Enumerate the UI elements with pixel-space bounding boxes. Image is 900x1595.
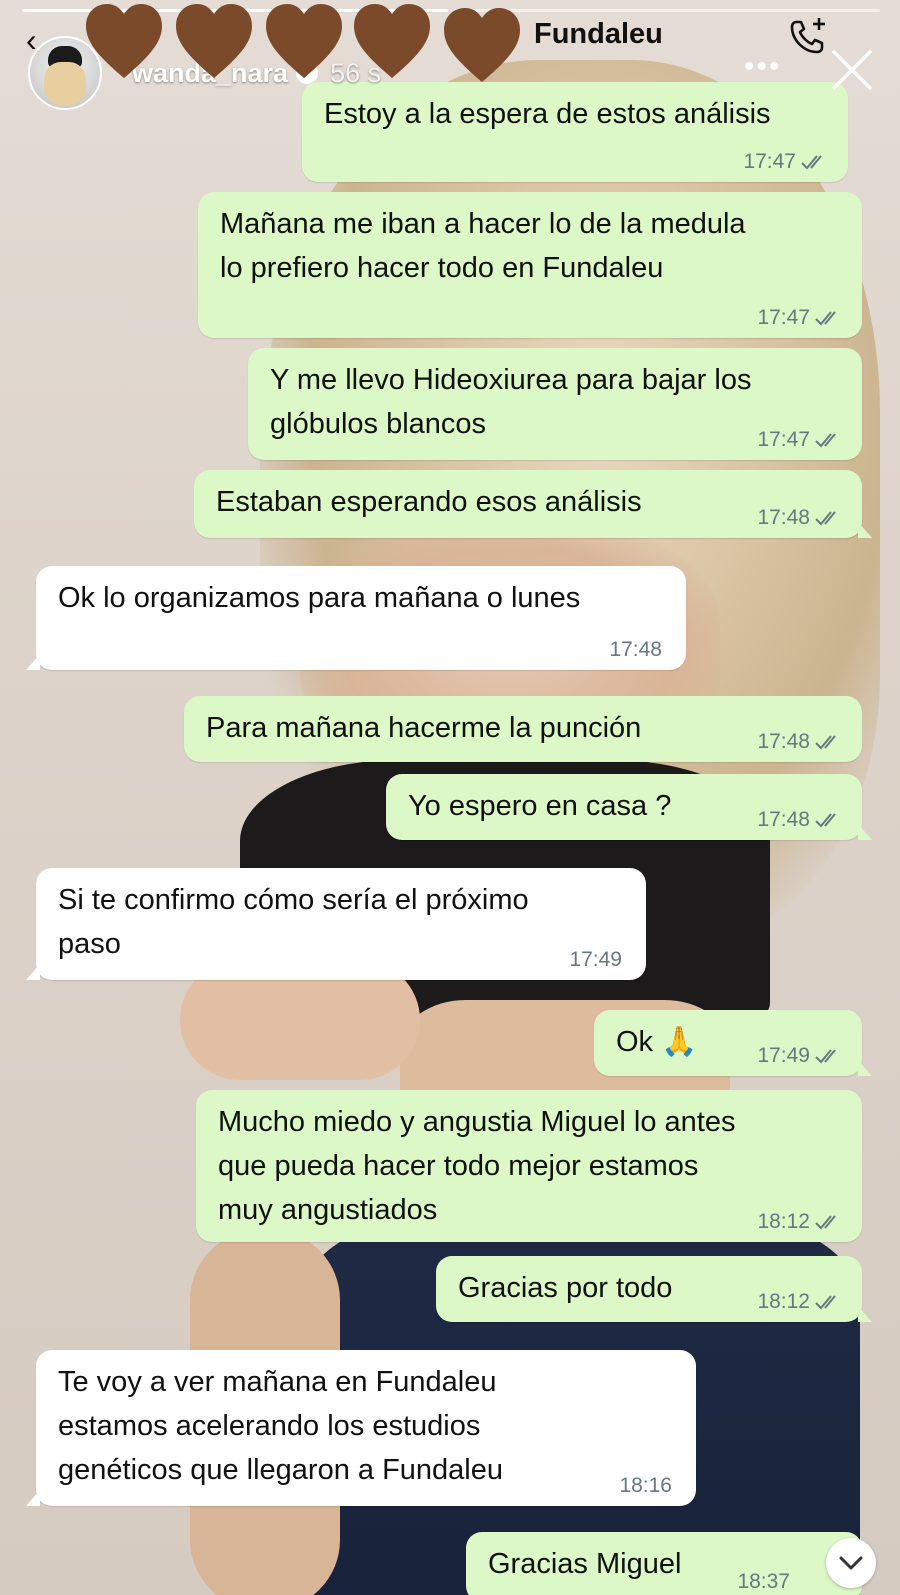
message-meta: 18:16 xyxy=(619,1474,672,1498)
message-meta: 17:48 xyxy=(757,808,842,832)
message-text: Para mañana hacerme la punción xyxy=(206,712,642,744)
message-time: 17:48 xyxy=(757,730,810,753)
message-bubble-outgoing[interactable]: Y me llevo Hideoxiurea para bajar los gl… xyxy=(248,348,862,460)
message-text: Y me llevo Hideoxiurea para bajar los gl… xyxy=(270,364,752,440)
avatar-hair xyxy=(44,62,86,106)
message-time: 18:16 xyxy=(619,1474,672,1497)
message-bubble-outgoing[interactable]: Gracias Miguel 18:37 xyxy=(466,1532,862,1595)
message-bubble-outgoing[interactable]: Mañana me iban a hacer lo de la medula l… xyxy=(198,192,862,338)
story-screen: ‹ Fundaleu wanda_nara ✓ 56 s ••• xyxy=(0,0,900,1595)
close-icon[interactable] xyxy=(828,46,876,94)
message-bubble-outgoing[interactable]: Mucho miedo y angustia Miguel lo antes q… xyxy=(196,1090,862,1242)
double-check-icon xyxy=(815,1295,836,1310)
heart-sticker-icon xyxy=(86,4,162,78)
message-time: 17:47 xyxy=(743,150,796,173)
message-time: 17:47 xyxy=(757,428,810,451)
message-bubble-outgoing[interactable]: Estaban esperando esos análisis 17:48 xyxy=(194,470,872,538)
phone-add-icon xyxy=(790,18,825,54)
scroll-down-button[interactable] xyxy=(826,1538,876,1588)
heart-sticker-icon xyxy=(444,8,520,82)
heart-sticker-icon xyxy=(176,4,252,78)
double-check-icon xyxy=(815,311,836,326)
message-time: 17:49 xyxy=(569,948,622,971)
message-meta: 17:48 xyxy=(609,638,662,662)
message-time: 17:48 xyxy=(757,808,810,831)
message-time: 17:48 xyxy=(757,506,810,529)
double-check-icon xyxy=(815,1049,836,1064)
message-bubble-incoming[interactable]: Si te confirmo cómo sería el próximo pas… xyxy=(26,868,646,980)
message-time: 18:37 xyxy=(737,1570,790,1593)
message-meta: 17:49 xyxy=(757,1044,842,1068)
message-text: Mucho miedo y angustia Miguel lo antes q… xyxy=(218,1106,736,1226)
message-meta: 18:12 xyxy=(757,1210,842,1234)
chat-contact-name: Fundaleu xyxy=(534,18,663,50)
message-bubble-outgoing[interactable]: Estoy a la espera de estos análisis 17:4… xyxy=(302,82,848,182)
message-meta: 17:48 xyxy=(757,730,842,754)
message-meta: 17:47 xyxy=(743,150,828,174)
heart-sticker-icon xyxy=(266,4,342,78)
message-bubble-outgoing[interactable]: Yo espero en casa ? 17:48 xyxy=(386,774,872,840)
message-meta: 18:12 xyxy=(757,1290,842,1314)
message-text: Estaban esperando esos análisis xyxy=(216,486,642,518)
double-check-icon xyxy=(815,433,836,448)
message-text: Si te confirmo cómo sería el próximo pas… xyxy=(58,884,529,960)
message-bubble-outgoing[interactable]: Para mañana hacerme la punción 17:48 xyxy=(184,696,862,762)
message-bubble-incoming[interactable]: Ok lo organizamos para mañana o lunes 17… xyxy=(26,566,686,670)
message-time: 17:47 xyxy=(757,306,810,329)
message-time: 17:49 xyxy=(757,1044,810,1067)
message-meta: 17:49 xyxy=(569,948,622,972)
message-bubble-incoming[interactable]: Te voy a ver mañana en Fundaleu estamos … xyxy=(26,1350,696,1506)
more-options-button[interactable]: ••• xyxy=(744,52,782,82)
chevron-down-icon xyxy=(839,1556,863,1570)
message-time: 18:12 xyxy=(757,1210,810,1233)
double-check-icon xyxy=(815,511,836,526)
message-time: 17:48 xyxy=(609,638,662,661)
message-meta: 17:47 xyxy=(757,306,842,330)
double-check-icon xyxy=(815,813,836,828)
message-meta: 18:37 xyxy=(737,1570,790,1594)
message-meta: 17:48 xyxy=(757,506,842,530)
message-bubble-outgoing[interactable]: Ok 🙏 17:49 xyxy=(594,1010,872,1076)
message-text: Mañana me iban a hacer lo de la medula l… xyxy=(220,208,746,284)
double-check-icon xyxy=(801,155,822,170)
double-check-icon xyxy=(815,1215,836,1230)
message-meta: 17:47 xyxy=(757,428,842,452)
message-text: Te voy a ver mañana en Fundaleu estamos … xyxy=(58,1366,503,1486)
double-check-icon xyxy=(815,735,836,750)
message-time: 18:12 xyxy=(757,1290,810,1313)
message-text: Ok lo organizamos para mañana o lunes xyxy=(58,582,581,614)
message-text: Estoy a la espera de estos análisis xyxy=(324,98,771,130)
message-bubble-outgoing[interactable]: Gracias por todo 18:12 xyxy=(436,1256,872,1322)
heart-sticker-icon xyxy=(354,4,430,78)
